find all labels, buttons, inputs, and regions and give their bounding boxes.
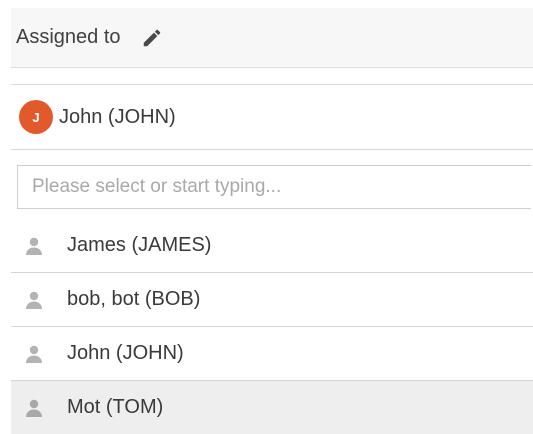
option-label: bob, bot (BOB) bbox=[67, 288, 201, 310]
panel-header: Assigned to bbox=[11, 8, 533, 68]
pencil-icon[interactable] bbox=[139, 25, 165, 51]
user-options-list: James (JAMES) bob, bot (BOB) John (JOHN)… bbox=[11, 219, 533, 434]
avatar-letter: J bbox=[32, 109, 40, 125]
assigned-to-panel: Assigned to J John (JOHN) James (JAMES) … bbox=[11, 8, 533, 434]
pencil-icon-graphic bbox=[143, 29, 160, 46]
current-assignee: J John (JOHN) bbox=[11, 84, 533, 150]
option-label: James (JAMES) bbox=[67, 234, 212, 256]
list-item[interactable]: Mot (TOM) bbox=[11, 381, 533, 434]
option-label: Mot (TOM) bbox=[67, 396, 164, 418]
panel-title: Assigned to bbox=[16, 26, 121, 48]
list-item[interactable]: bob, bot (BOB) bbox=[11, 273, 533, 327]
assignee-search-field[interactable] bbox=[17, 165, 531, 209]
list-item[interactable]: John (JOHN) bbox=[11, 327, 533, 381]
user-icon bbox=[23, 235, 45, 257]
avatar: J bbox=[19, 100, 53, 134]
list-item[interactable]: James (JAMES) bbox=[11, 219, 533, 273]
user-icon bbox=[23, 397, 45, 419]
user-icon bbox=[23, 289, 45, 311]
assignee-name: John (JOHN) bbox=[59, 105, 176, 128]
option-label: John (JOHN) bbox=[67, 342, 184, 364]
search-input[interactable] bbox=[18, 166, 531, 208]
user-icon bbox=[23, 343, 45, 365]
